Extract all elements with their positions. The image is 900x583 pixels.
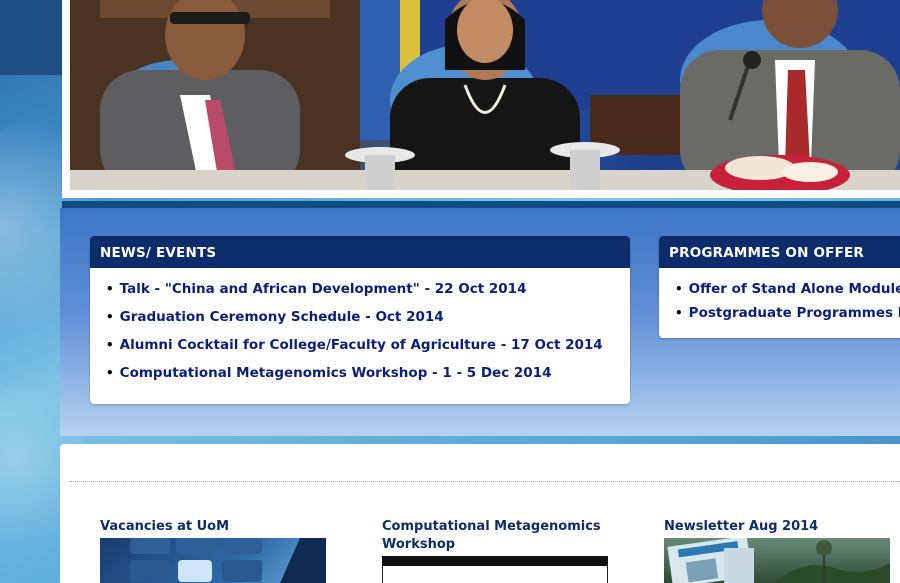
news-events-panel: NEWS/ EVENTS • Talk - "China and African … xyxy=(90,236,630,404)
press-conference-image xyxy=(70,0,900,190)
background-corner xyxy=(0,0,62,75)
news-link[interactable]: Computational Metagenomics Workshop - 1 … xyxy=(120,365,552,381)
bullet-icon: • xyxy=(675,306,683,320)
bullet-icon: • xyxy=(106,310,114,324)
vacancies-graphic xyxy=(130,538,326,583)
list-item: • Alumni Cocktail for College/Faculty of … xyxy=(106,337,630,353)
hero-banner xyxy=(62,0,900,198)
programme-link[interactable]: Postgraduate Programmes by Research xyxy=(689,305,900,321)
bullet-icon: • xyxy=(106,338,114,352)
list-item: • Postgraduate Programmes by Research xyxy=(675,305,900,321)
programmes-heading: PROGRAMMES ON OFFER xyxy=(659,236,900,268)
news-link[interactable]: Talk - "China and African Development" -… xyxy=(120,281,527,297)
dotted-divider xyxy=(70,481,900,482)
bullet-icon: • xyxy=(106,282,114,296)
news-list: • Talk - "China and African Development" … xyxy=(90,268,630,381)
newsletter-thumbnail[interactable] xyxy=(664,538,890,583)
programmes-list: • Offer of Stand Alone Modules • Postgradu… xyxy=(659,268,900,321)
newsletter-feature[interactable]: Newsletter Aug 2014 xyxy=(664,518,818,536)
workshop-thumbnail[interactable] xyxy=(382,556,608,583)
news-link[interactable]: Graduation Ceremony Schedule - Oct 2014 xyxy=(120,309,444,325)
list-item: • Talk - "China and African Development" … xyxy=(106,281,630,297)
workshop-title-line2[interactable]: Workshop xyxy=(382,536,601,554)
list-item: • Graduation Ceremony Schedule - Oct 2014 xyxy=(106,309,630,325)
bullet-icon: • xyxy=(106,366,114,380)
workshop-title[interactable]: Computational Metagenomics xyxy=(382,518,601,536)
vacancies-title[interactable]: Vacancies at UoM xyxy=(100,518,229,536)
vacancies-thumbnail[interactable] xyxy=(100,538,326,583)
programmes-panel: PROGRAMMES ON OFFER • Offer of Stand Alon… xyxy=(659,236,900,338)
bullet-icon: • xyxy=(675,282,683,296)
vacancies-feature[interactable]: Vacancies at UoM xyxy=(100,518,229,536)
list-item: • Offer of Stand Alone Modules xyxy=(675,281,900,297)
news-events-heading: NEWS/ EVENTS xyxy=(90,236,630,268)
features-section: Vacancies at UoM Computational Metagenom… xyxy=(60,444,900,583)
workshop-feature[interactable]: Computational Metagenomics Workshop xyxy=(382,518,601,554)
divider-band xyxy=(62,201,900,208)
hero-photo xyxy=(70,0,900,190)
newsletter-graphic xyxy=(667,538,890,583)
news-link[interactable]: Alumni Cocktail for College/Faculty of A… xyxy=(120,337,603,353)
programme-link[interactable]: Offer of Stand Alone Modules xyxy=(689,281,900,297)
list-item: • Computational Metagenomics Workshop - 1… xyxy=(106,365,630,381)
newsletter-title[interactable]: Newsletter Aug 2014 xyxy=(664,518,818,536)
